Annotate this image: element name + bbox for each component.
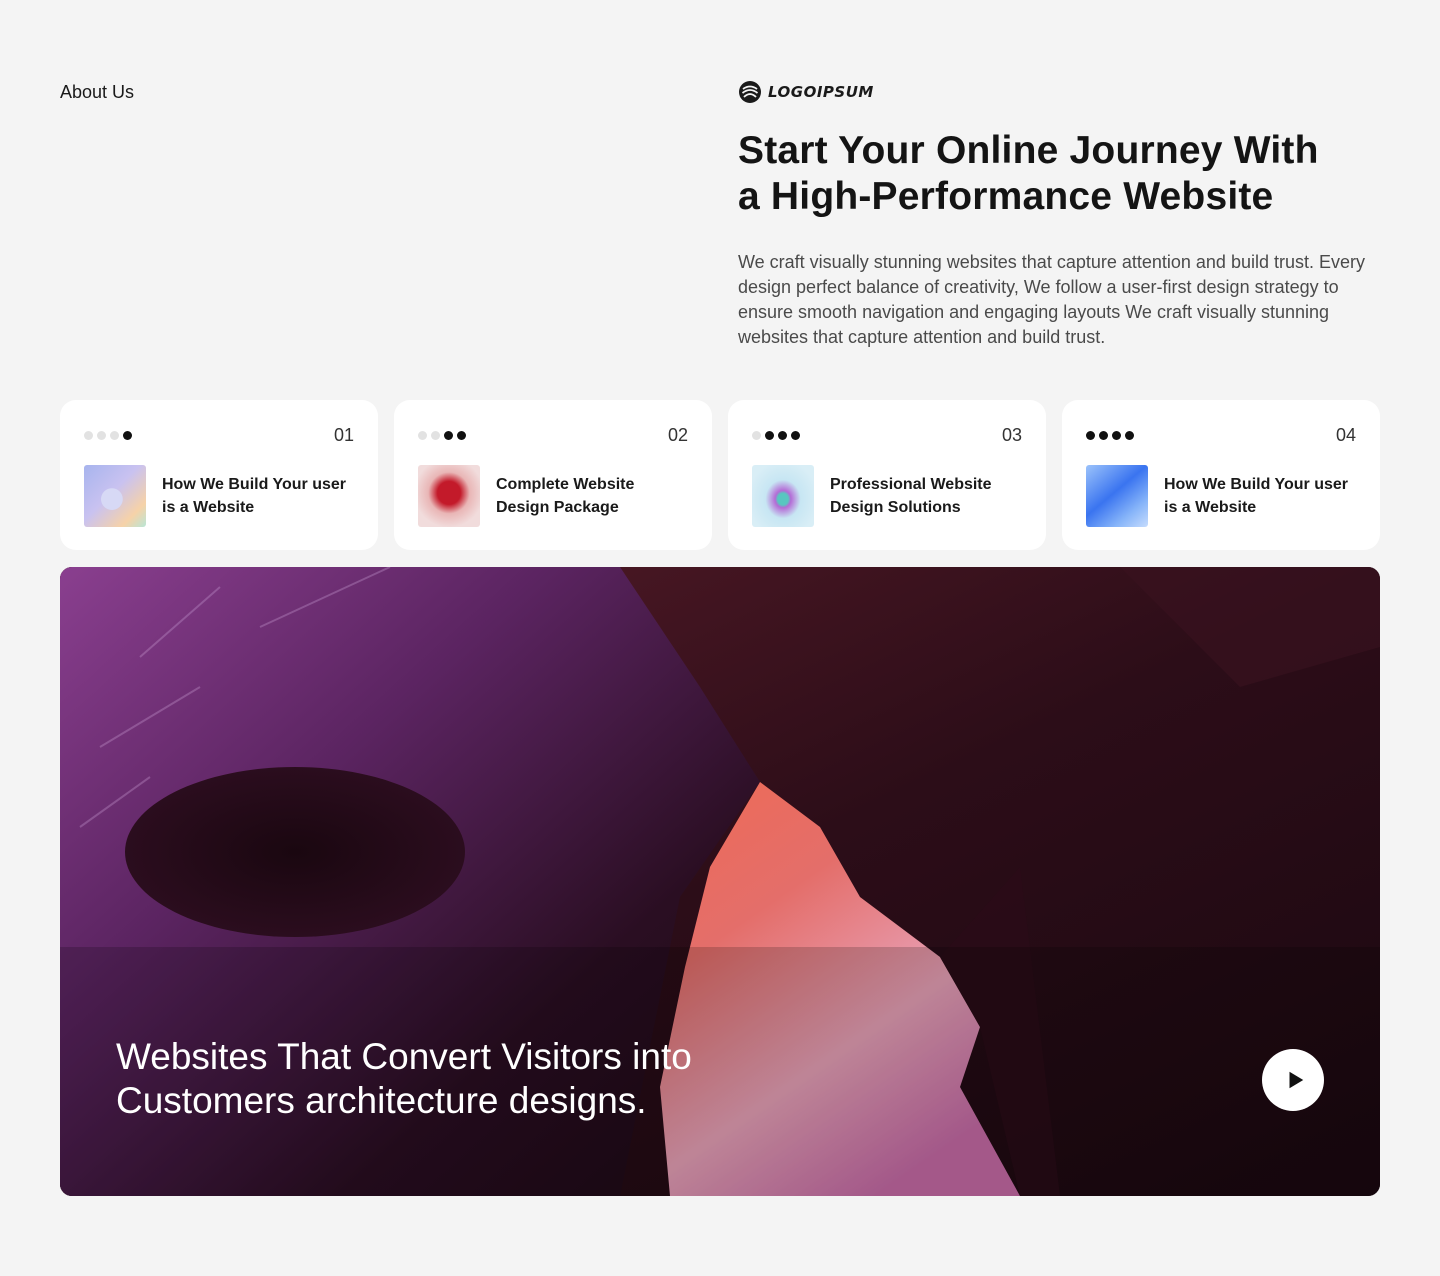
play-button[interactable] bbox=[1262, 1049, 1324, 1111]
card-title: Complete Website Design Package bbox=[496, 476, 635, 516]
card-thumbnail bbox=[752, 465, 814, 527]
service-card[interactable]: 03 Professional Website Design Solutions bbox=[728, 400, 1046, 550]
card-title: Professional Website Design Solutions bbox=[830, 476, 992, 516]
card-number: 04 bbox=[1335, 424, 1356, 445]
card-title: How We Build Your user is a Website bbox=[162, 476, 347, 516]
progress-dot bbox=[110, 430, 119, 440]
card-thumbnail bbox=[1086, 465, 1148, 527]
card-number: 03 bbox=[1001, 424, 1022, 445]
progress-dot bbox=[1086, 430, 1095, 440]
progress-dot bbox=[778, 430, 787, 440]
progress-dots bbox=[418, 430, 466, 440]
hero-intro: LOGOIPSUM Start Your Online Journey With… bbox=[738, 78, 1380, 350]
progress-dot bbox=[1125, 430, 1134, 440]
card-number: 02 bbox=[667, 424, 688, 445]
hero-media-banner: Websites That Convert Visitors into Cust… bbox=[60, 567, 1380, 1196]
logo-text: LOGOIPSUM bbox=[768, 83, 874, 101]
progress-dot bbox=[84, 430, 93, 440]
progress-dot bbox=[123, 430, 132, 440]
card-thumbnail bbox=[84, 465, 146, 527]
progress-dots bbox=[84, 430, 132, 440]
play-icon bbox=[1289, 1071, 1303, 1089]
progress-dot bbox=[1099, 430, 1108, 440]
card-number: 01 bbox=[333, 424, 354, 445]
progress-dot bbox=[752, 430, 761, 440]
service-card[interactable]: 01 How We Build Your user is a Website bbox=[60, 400, 378, 550]
hero-title: Start Your Online Journey With a High-Pe… bbox=[738, 129, 1319, 218]
hero-description: We craft visually stunning websites that… bbox=[738, 252, 1365, 347]
progress-dot bbox=[97, 430, 106, 440]
logo-swirl-icon bbox=[739, 81, 761, 103]
progress-dot bbox=[418, 430, 427, 440]
progress-dots bbox=[752, 430, 800, 440]
progress-dots bbox=[1086, 430, 1134, 440]
service-card[interactable]: 02 Complete Website Design Package bbox=[394, 400, 712, 550]
media-caption: Websites That Convert Visitors into Cust… bbox=[116, 1036, 692, 1121]
progress-dot bbox=[444, 430, 453, 440]
card-thumbnail bbox=[418, 465, 480, 527]
progress-dot bbox=[431, 430, 440, 440]
service-cards: 01 How We Build Your user is a Website 0… bbox=[60, 400, 1380, 550]
progress-dot bbox=[765, 430, 774, 440]
progress-dot bbox=[791, 430, 800, 440]
progress-dot bbox=[1112, 430, 1121, 440]
brand-logo[interactable]: LOGOIPSUM bbox=[738, 78, 1380, 106]
about-us-label: About Us bbox=[60, 82, 135, 102]
service-card[interactable]: 04 How We Build Your user is a Website bbox=[1062, 400, 1380, 550]
progress-dot bbox=[457, 430, 466, 440]
card-title: How We Build Your user is a Website bbox=[1164, 476, 1349, 516]
